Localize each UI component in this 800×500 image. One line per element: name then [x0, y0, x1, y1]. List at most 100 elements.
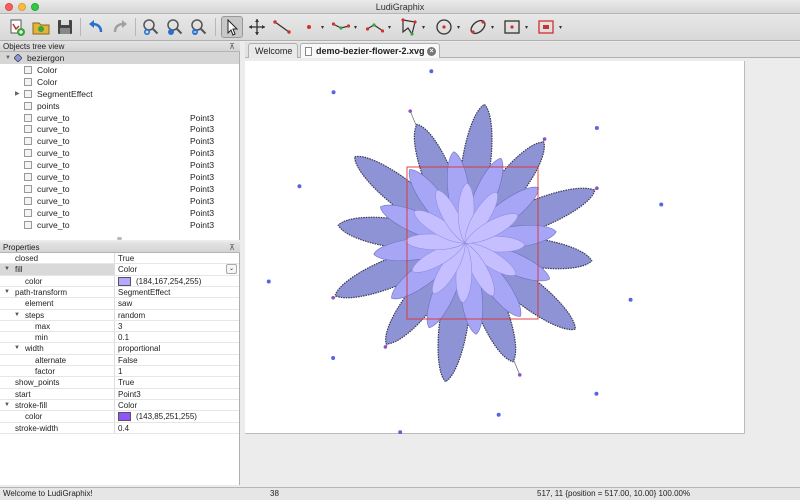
- property-value[interactable]: Color: [118, 400, 137, 411]
- tree-row[interactable]: curve_to Point3: [0, 135, 239, 147]
- collapse-arrow-icon[interactable]: ▼: [4, 264, 10, 275]
- ellipse-tool-button[interactable]: [467, 16, 489, 38]
- collapse-arrow-icon[interactable]: ▼: [4, 400, 10, 411]
- close-icon[interactable]: ×: [427, 47, 436, 56]
- tab-welcome[interactable]: Welcome: [248, 43, 298, 58]
- window-maximize-button[interactable]: [31, 3, 39, 11]
- property-value[interactable]: True: [118, 253, 134, 264]
- property-row[interactable]: color (143,85,251,255): [0, 411, 239, 423]
- property-value[interactable]: (184,167,254,255): [136, 276, 201, 287]
- objects-tree[interactable]: ▼ beziergon Color Color ▶ SegmentEffect points…: [0, 52, 240, 240]
- tree-row[interactable]: curve_to Point3: [0, 123, 239, 135]
- property-row[interactable]: max 3: [0, 320, 239, 333]
- rectangle-tool-button[interactable]: [501, 16, 523, 38]
- property-value[interactable]: 1: [118, 366, 122, 377]
- line-tool-button[interactable]: [271, 16, 293, 38]
- new-document-button[interactable]: [6, 16, 28, 38]
- property-row[interactable]: alternate False: [0, 354, 239, 367]
- polyline-tool-button[interactable]: [330, 16, 352, 38]
- tree-row[interactable]: curve_to Point3: [0, 159, 239, 171]
- property-row[interactable]: element saw: [0, 298, 239, 310]
- property-row[interactable]: closed True: [0, 253, 239, 265]
- property-value[interactable]: True: [118, 377, 134, 388]
- zoom-out-button[interactable]: [188, 16, 210, 38]
- tree-row[interactable]: curve_to Point3: [0, 195, 239, 207]
- zoom-in-button[interactable]: [140, 16, 162, 38]
- color-swatch[interactable]: [118, 412, 131, 422]
- property-row[interactable]: color (184,167,254,255): [0, 275, 239, 287]
- path-tool-button[interactable]: [364, 16, 386, 38]
- tab-document[interactable]: demo-bezier-flower-2.xvg ×: [300, 43, 440, 58]
- property-value[interactable]: SegmentEffect: [118, 287, 170, 298]
- tree-row[interactable]: points: [0, 100, 239, 112]
- color-swatch[interactable]: [118, 276, 131, 286]
- property-key-cell: color: [0, 275, 115, 286]
- tree-row[interactable]: curve_to Point3: [0, 112, 239, 124]
- expand-arrow-icon[interactable]: ▶: [15, 88, 20, 100]
- property-value[interactable]: 0.4: [118, 423, 129, 434]
- collapse-arrow-icon[interactable]: ▼: [14, 343, 20, 354]
- tree-row[interactable]: curve_to Point3: [0, 207, 239, 219]
- point-tool-button[interactable]: [298, 16, 320, 38]
- property-row[interactable]: ▼ steps random: [0, 309, 239, 321]
- select-tool-button[interactable]: [221, 16, 243, 38]
- chevron-down-icon[interactable]: ⌄: [226, 264, 237, 275]
- move-tool-button[interactable]: [246, 16, 268, 38]
- tree-row[interactable]: Color: [0, 76, 239, 88]
- save-button[interactable]: [54, 16, 76, 38]
- collapse-arrow-icon[interactable]: ▼: [4, 287, 10, 298]
- drawing-canvas[interactable]: [245, 51, 745, 435]
- polygon-tool-button[interactable]: [398, 16, 420, 38]
- property-value[interactable]: random: [118, 310, 145, 321]
- properties-table[interactable]: closed True ▼ fill Color ⌄ color (184,167,254,2…: [0, 253, 240, 485]
- point-tool-dropdown-icon[interactable]: ▾: [321, 24, 326, 31]
- property-value[interactable]: Color: [118, 264, 137, 275]
- frame-tool-button[interactable]: [535, 16, 557, 38]
- tree-row[interactable]: ▶ SegmentEffect: [0, 88, 239, 100]
- property-row[interactable]: min 0.1: [0, 332, 239, 344]
- property-row[interactable]: ▼ stroke-fill Color: [0, 399, 239, 412]
- collapse-arrow-icon[interactable]: ▼: [14, 310, 20, 321]
- tree-row[interactable]: curve_to Point3: [0, 183, 239, 195]
- window-minimize-button[interactable]: [18, 3, 26, 11]
- polyline-tool-dropdown-icon[interactable]: ▾: [354, 24, 359, 31]
- circle-tool-dropdown-icon[interactable]: ▾: [457, 24, 462, 31]
- polygon-tool-dropdown-icon[interactable]: ▾: [422, 24, 427, 31]
- property-row[interactable]: stroke-width 0.4: [0, 422, 239, 434]
- property-row[interactable]: factor 1: [0, 366, 239, 378]
- property-row[interactable]: show_points True: [0, 377, 239, 389]
- rectangle-tool-dropdown-icon[interactable]: ▾: [525, 24, 530, 31]
- window-close-button[interactable]: [5, 3, 13, 11]
- frame-tool-dropdown-icon[interactable]: ▾: [559, 24, 564, 31]
- redo-button[interactable]: [109, 16, 131, 38]
- property-row[interactable]: ▼ fill Color ⌄: [0, 264, 239, 276]
- frame-tool-icon: [538, 20, 554, 34]
- collapse-arrow-icon[interactable]: ▼: [5, 52, 11, 64]
- undo-button[interactable]: [85, 16, 107, 38]
- path-tool-dropdown-icon[interactable]: ▾: [388, 24, 393, 31]
- property-row[interactable]: start Point3: [0, 388, 239, 400]
- property-value[interactable]: False: [118, 355, 138, 366]
- property-value[interactable]: proportional: [118, 343, 160, 354]
- ellipse-tool-dropdown-icon[interactable]: ▾: [491, 24, 496, 31]
- pin-icon[interactable]: ⊼: [229, 242, 235, 253]
- property-value[interactable]: Point3: [118, 389, 141, 400]
- property-value[interactable]: (143,85,251,255): [136, 411, 197, 422]
- circle-tool-button[interactable]: [433, 16, 455, 38]
- tree-row[interactable]: ▼ beziergon: [0, 52, 239, 64]
- tree-row[interactable]: curve_to Point3: [0, 147, 239, 159]
- pin-icon[interactable]: ⊼: [229, 41, 235, 52]
- property-value[interactable]: saw: [118, 298, 132, 309]
- property-row[interactable]: ▼ width proportional: [0, 343, 239, 355]
- flower-drawing[interactable]: [245, 51, 745, 435]
- control-point: [542, 137, 547, 141]
- property-value[interactable]: 3: [118, 321, 122, 332]
- zoom-reset-button[interactable]: [164, 16, 186, 38]
- tree-row[interactable]: curve_to Point3: [0, 171, 239, 183]
- property-value[interactable]: 0.1: [118, 332, 129, 343]
- tree-row[interactable]: Color: [0, 64, 239, 76]
- splitter-handle[interactable]: [117, 237, 122, 240]
- tree-row[interactable]: curve_to Point3: [0, 219, 239, 231]
- property-row[interactable]: ▼ path-transform SegmentEffect: [0, 286, 239, 299]
- open-button[interactable]: [30, 16, 52, 38]
